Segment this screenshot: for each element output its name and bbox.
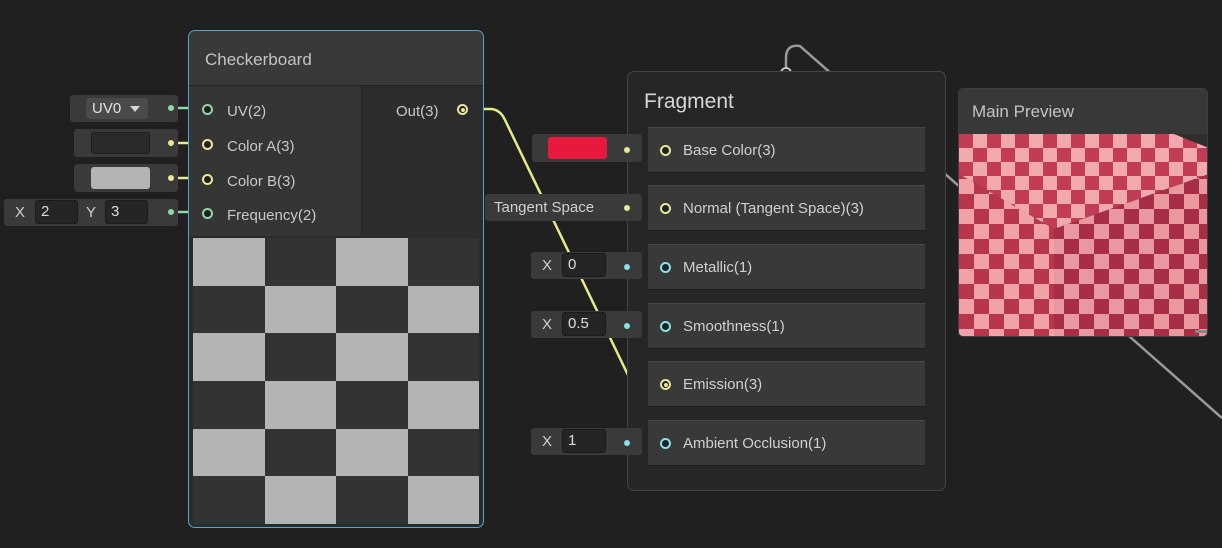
normal-port[interactable]: [660, 203, 671, 214]
metallic-slot[interactable]: Metallic(1): [648, 244, 925, 290]
metallic-label: Metallic(1): [683, 259, 753, 276]
out-output-port[interactable]: [457, 104, 468, 115]
ambient-occlusion-slot[interactable]: Ambient Occlusion(1): [648, 420, 925, 466]
frequency-y-label: Y: [86, 204, 97, 221]
checkerboard-node-title: Checkerboard: [205, 50, 312, 69]
color-b-field-dot: [168, 175, 174, 181]
out-output-label: Out(3): [396, 103, 439, 120]
emission-label: Emission(3): [683, 376, 763, 393]
normal-space-value[interactable]: Tangent Space: [494, 199, 594, 216]
ao-x-label: X: [542, 433, 553, 450]
metallic-port[interactable]: [660, 262, 671, 273]
base-color-swatch[interactable]: [548, 137, 607, 159]
ambient-occlusion-port[interactable]: [660, 438, 671, 449]
base-color-port[interactable]: [660, 145, 671, 156]
color-a-input-port[interactable]: [202, 139, 213, 150]
preview-cube-render[interactable]: [959, 134, 1208, 337]
color-b-input-port[interactable]: [202, 174, 213, 185]
smoothness-label: Smoothness(1): [683, 318, 785, 335]
metallic-x-label: X: [542, 257, 553, 274]
checkerboard-node[interactable]: Checkerboard UV(2) Color A(3) Color B(3)…: [188, 30, 484, 528]
normal-field-dot: [624, 205, 630, 211]
color-a-field-dot: [168, 140, 174, 146]
ambient-occlusion-label: Ambient Occlusion(1): [683, 435, 827, 452]
frequency-x-input[interactable]: 2: [35, 200, 78, 224]
fragment-title: Fragment: [644, 90, 734, 113]
frequency-x-label: X: [15, 204, 26, 221]
normal-label: Normal (Tangent Space)(3): [683, 200, 864, 217]
chevron-down-icon: [130, 106, 140, 112]
uv-dropdown-value: UV0: [92, 100, 122, 117]
metallic-field-dot: [624, 264, 630, 270]
frequency-input-port[interactable]: [202, 208, 213, 219]
base-color-field-dot: [624, 147, 630, 153]
checkerboard-inputs: UV(2) Color A(3) Color B(3) Frequency(2): [189, 86, 362, 236]
normal-slot[interactable]: Normal (Tangent Space)(3): [648, 185, 925, 231]
checkerboard-preview: [193, 238, 479, 524]
uv-field-dot: [168, 105, 174, 111]
base-color-slot[interactable]: Base Color(3): [648, 127, 925, 173]
frequency-field-dot: [168, 209, 174, 215]
color-b-swatch[interactable]: [91, 167, 150, 189]
checkerboard-node-header[interactable]: Checkerboard: [189, 31, 483, 86]
smoothness-field-dot: [624, 323, 630, 329]
emission-port[interactable]: [660, 379, 671, 390]
uv-input-port[interactable]: [202, 104, 213, 115]
color-b-input-label: Color B(3): [227, 173, 296, 190]
uv-dropdown[interactable]: UV0: [86, 98, 148, 119]
main-preview-title: Main Preview: [972, 102, 1075, 121]
smoothness-x-label: X: [542, 316, 553, 333]
ao-field-dot: [624, 440, 630, 446]
frequency-y-input[interactable]: 3: [105, 200, 148, 224]
smoothness-port[interactable]: [660, 321, 671, 332]
color-a-input-label: Color A(3): [227, 138, 295, 155]
main-preview-panel[interactable]: Main Preview: [958, 88, 1208, 337]
base-color-label: Base Color(3): [683, 142, 776, 159]
main-preview-header[interactable]: Main Preview: [959, 89, 1207, 134]
emission-slot[interactable]: Emission(3): [648, 361, 925, 407]
checkerboard-outputs: Out(3): [362, 86, 483, 236]
ao-input[interactable]: 1: [562, 429, 606, 453]
color-a-swatch[interactable]: [91, 132, 150, 154]
smoothness-input[interactable]: 0.5: [562, 312, 606, 336]
smoothness-slot[interactable]: Smoothness(1): [648, 303, 925, 349]
metallic-input[interactable]: 0: [562, 253, 606, 277]
uv-input-label: UV(2): [227, 103, 267, 120]
frequency-input-label: Frequency(2): [227, 207, 317, 224]
